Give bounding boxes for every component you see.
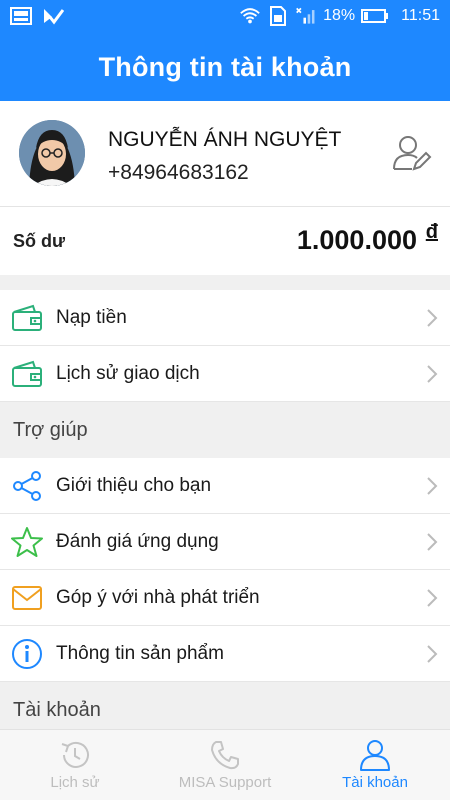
check-notification-icon bbox=[42, 6, 64, 26]
edit-user-icon bbox=[393, 136, 432, 171]
edit-profile-button[interactable] bbox=[390, 133, 432, 175]
bottom-navigation: Lịch sử MISA Support Tài khoản bbox=[0, 729, 450, 800]
signal-icon bbox=[295, 6, 317, 26]
user-phone: +84964683162 bbox=[108, 161, 249, 184]
history-icon bbox=[58, 738, 92, 772]
mail-icon bbox=[10, 582, 44, 614]
nav-tab-history[interactable]: Lịch sử bbox=[0, 730, 150, 800]
avatar[interactable] bbox=[19, 120, 85, 186]
chevron-right-icon bbox=[426, 588, 438, 608]
user-name: NGUYỄN ÁNH NGUYỆT bbox=[108, 128, 342, 151]
menu-item-product-info[interactable]: Thông tin sản phẩm bbox=[0, 626, 450, 682]
nav-tab-account[interactable]: Tài khoản bbox=[300, 730, 450, 800]
phone-icon bbox=[208, 738, 242, 772]
nav-label: Lịch sử bbox=[50, 774, 100, 791]
chevron-right-icon bbox=[426, 308, 438, 328]
balance-value: 1.000.000 bbox=[296, 225, 417, 255]
chevron-right-icon bbox=[426, 476, 438, 496]
menu-item-top-up[interactable]: Nạp tiền bbox=[0, 290, 450, 346]
battery-percent: 18% bbox=[323, 7, 356, 24]
wifi-icon bbox=[239, 6, 261, 26]
menu-item-label: Lịch sử giao dịch bbox=[56, 363, 200, 384]
menu-item-rate-app[interactable]: Đánh giá ứng dụng bbox=[0, 514, 450, 570]
page-title: Thông tin tài khoản bbox=[98, 51, 352, 82]
status-bar: 18% 11:51 bbox=[0, 0, 450, 33]
section-title: Tài khoản bbox=[13, 699, 101, 721]
section-title: Trợ giúp bbox=[13, 419, 88, 441]
balance-row: Số dư 1.000.000 đ bbox=[0, 207, 450, 275]
info-icon bbox=[10, 638, 44, 670]
sim-icon bbox=[267, 6, 289, 26]
profile-card: NGUYỄN ÁNH NGUYỆT +84964683162 bbox=[0, 101, 450, 207]
currency-symbol: đ bbox=[425, 221, 438, 243]
menu-item-feedback[interactable]: Góp ý với nhà phát triển bbox=[0, 570, 450, 626]
menu-item-label: Nạp tiền bbox=[56, 307, 127, 328]
user-icon bbox=[358, 738, 392, 772]
chevron-right-icon bbox=[426, 364, 438, 384]
nav-label: MISA Support bbox=[178, 774, 272, 791]
gallery-notification-icon bbox=[10, 6, 32, 26]
menu-item-label: Giới thiệu cho bạn bbox=[56, 475, 212, 496]
menu-item-label: Đánh giá ứng dụng bbox=[56, 531, 219, 552]
share-icon bbox=[10, 470, 44, 502]
nav-tab-misa-support[interactable]: MISA Support bbox=[150, 730, 300, 800]
balance-label: Số dư bbox=[13, 231, 66, 251]
chevron-right-icon bbox=[426, 644, 438, 664]
menu-item-label: Góp ý với nhà phát triển bbox=[56, 587, 260, 608]
wallet-icon bbox=[10, 358, 44, 390]
clock: 11:51 bbox=[401, 7, 440, 24]
wallet-icon bbox=[10, 302, 44, 334]
nav-label: Tài khoản bbox=[342, 774, 408, 791]
menu-item-refer-friend[interactable]: Giới thiệu cho bạn bbox=[0, 458, 450, 514]
menu-item-transaction-history[interactable]: Lịch sử giao dịch bbox=[0, 346, 450, 402]
battery-icon bbox=[361, 6, 389, 26]
chevron-right-icon bbox=[426, 532, 438, 552]
section-header-help: Trợ giúp bbox=[0, 402, 450, 458]
menu-item-label: Thông tin sản phẩm bbox=[56, 643, 224, 664]
star-icon bbox=[10, 526, 44, 558]
app-bar: Thông tin tài khoản bbox=[0, 33, 450, 101]
